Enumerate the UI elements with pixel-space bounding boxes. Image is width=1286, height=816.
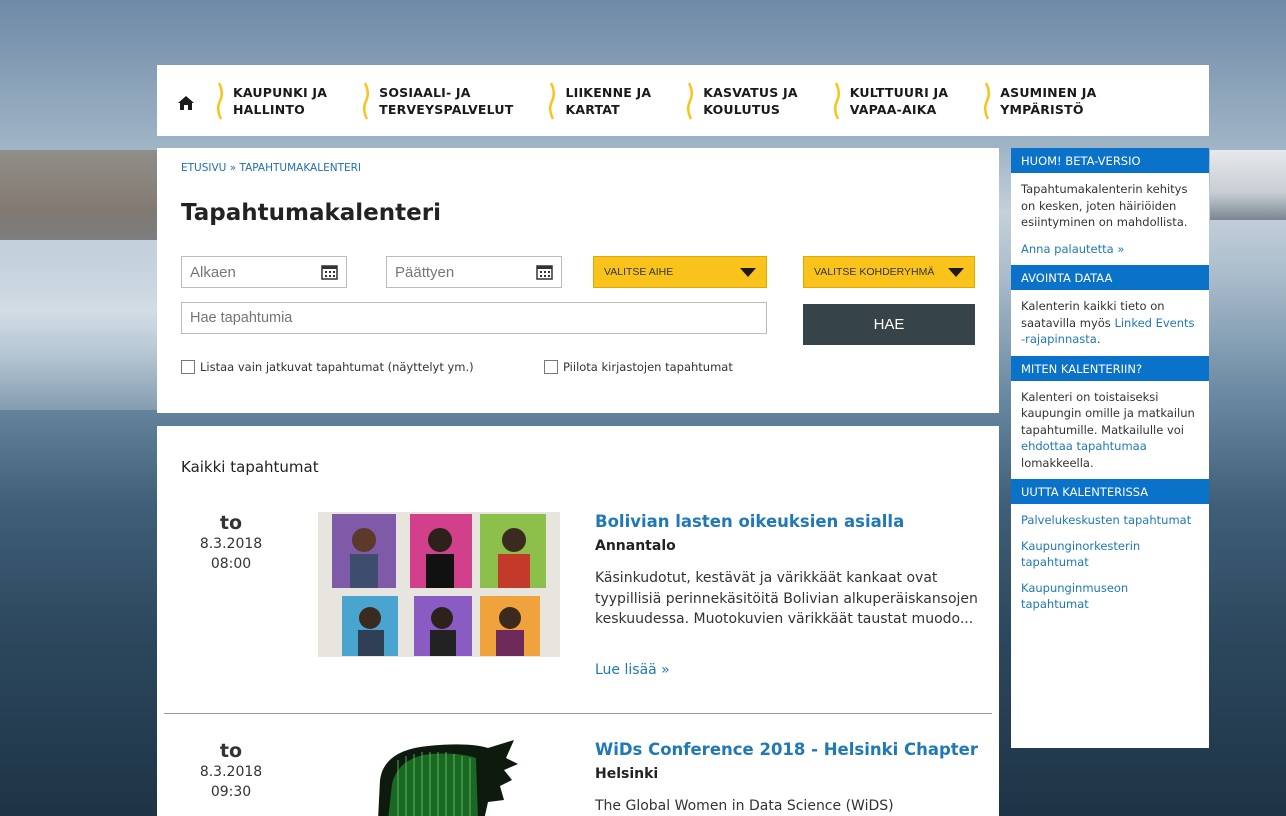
event-image[interactable] [318, 512, 560, 657]
background-ship [1210, 150, 1286, 220]
calendar-icon[interactable] [536, 264, 553, 280]
audience-select-label: VALITSE KOHDERYHMÄ [814, 266, 935, 278]
nav-label: KAUPUNKI JA [233, 84, 328, 100]
breadcrumb-current[interactable]: TAPAHTUMAKALENTERI [239, 162, 361, 174]
nav-label: ASUMINEN JA [1000, 84, 1097, 100]
nav-label: KULTTUURI JA [849, 84, 949, 100]
end-date-field[interactable]: Päättyen [386, 256, 562, 288]
event-place: Helsinki [595, 766, 659, 782]
sidebar-open-data-heading: AVOINTA DATAA [1011, 265, 1209, 290]
breadcrumb-separator: » [226, 162, 240, 174]
sidebar: HUOM! BETA-VERSIO Tapahtumakalenterin ke… [1011, 148, 1209, 748]
event-date: to 8.3.2018 09:30 [157, 740, 305, 802]
audience-select[interactable]: VALITSE KOHDERYHMÄ [803, 256, 975, 288]
background-ice [0, 210, 160, 410]
search-button[interactable]: HAE [803, 304, 975, 345]
sidebar-beta-section: Tapahtumakalenterin kehitys on kesken, j… [1011, 173, 1209, 265]
nav-item-sosiaali[interactable]: SOSIAALI- JA TERVEYSPALVELUT [361, 81, 513, 121]
nav-label: KOULUTUS [703, 101, 781, 117]
feedback-link[interactable]: Anna palautetta » [1021, 241, 1199, 258]
sidebar-link-palvelukeskukset[interactable]: Palvelukeskusten tapahtumat [1021, 512, 1199, 529]
event-place: Annantalo [595, 538, 676, 554]
event-date-text: 8.3.2018 [199, 536, 263, 552]
events-heading: Kaikki tapahtumat [181, 458, 319, 476]
event-time: 09:30 [210, 784, 252, 800]
chevron-down-icon [948, 267, 964, 277]
start-date-field[interactable]: Alkaen [181, 256, 347, 288]
nav-label: SOSIAALI- JA [379, 84, 471, 100]
event-description: The Global Women in Data Science (WiDS) [595, 798, 894, 814]
event-description: Käsinkudotut, kestävät ja värikkäät kank… [595, 570, 978, 627]
nav-label: HALLINTO [233, 101, 305, 117]
event-time: 08:00 [210, 556, 252, 572]
start-date-placeholder: Alkaen [190, 263, 236, 281]
nav-item-liikenne[interactable]: LIIKENNE JA KARTAT [547, 81, 651, 121]
nav-item-kulttuuri[interactable]: KULTTUURI JA VAPAA-AIKA [832, 81, 949, 121]
page-title: Tapahtumakalenteri [181, 200, 441, 226]
nav-label: LIIKENNE JA [565, 84, 652, 100]
nav-item-asuminen[interactable]: ASUMINEN JA YMPÄRISTÖ [982, 81, 1096, 121]
sidebar-how-section: Kalenteri on toistaiseksi kaupungin omil… [1011, 381, 1209, 480]
topic-select-label: VALITSE AIHE [604, 266, 674, 278]
nav-separator-icon [363, 81, 370, 120]
ongoing-checkbox[interactable] [181, 360, 195, 374]
nav-separator-icon [687, 81, 694, 120]
sidebar-open-data-text-end: . [1096, 332, 1101, 346]
breadcrumb-home-link[interactable]: ETUSIVU [181, 162, 226, 174]
end-date-placeholder: Päättyen [395, 263, 455, 281]
calendar-icon[interactable] [321, 264, 338, 280]
event-title-link[interactable]: Bolivian lasten oikeuksien asialla [595, 512, 904, 531]
search-input[interactable] [181, 302, 767, 334]
nav-label: TERVEYSPALVELUT [379, 101, 514, 117]
library-checkbox-label: Piilota kirjastojen tapahtumat [563, 360, 733, 374]
nav-label: KASVATUS JA [703, 84, 798, 100]
ongoing-checkbox-label: Listaa vain jatkuvat tapahtumat (näyttel… [200, 360, 474, 374]
nav-item-kaupunki[interactable]: KAUPUNKI JA HALLINTO [215, 81, 327, 121]
event-title-link[interactable]: WiDs Conference 2018 - Helsinki Chapter [595, 740, 978, 759]
event-divider [164, 713, 992, 714]
sidebar-new-heading: UUTTA KALENTERISSA [1011, 479, 1209, 504]
sidebar-beta-text: Tapahtumakalenterin kehitys on kesken, j… [1021, 182, 1188, 229]
chevron-down-icon [740, 267, 756, 277]
main-navigation: KAUPUNKI JA HALLINTO SOSIAALI- JA TERVEYSP… [157, 65, 1209, 136]
ongoing-filter[interactable]: Listaa vain jatkuvat tapahtumat (näyttel… [181, 360, 474, 374]
nav-label: KARTAT [565, 101, 620, 117]
sidebar-open-data-section: Kalenterin kaikki tieto on saatavilla my… [1011, 290, 1209, 356]
nav-separator-icon [984, 81, 991, 120]
sidebar-how-text-end: lomakkeella. [1021, 455, 1094, 470]
event-date: to 8.3.2018 08:00 [157, 512, 305, 574]
sidebar-how-heading: MITEN KALENTERIIN? [1011, 355, 1209, 381]
sidebar-link-kaupunginorkesteri[interactable]: Kaupunginorkesterin tapahtumat [1021, 538, 1199, 571]
nav-label: VAPAA-AIKA [849, 101, 937, 117]
nav-item-kasvatus[interactable]: KASVATUS JA KOULUTUS [685, 81, 798, 121]
topic-select[interactable]: VALITSE AIHE [593, 256, 767, 288]
event-weekday: to [219, 740, 243, 762]
event-read-more-link[interactable]: Lue lisää » [595, 662, 670, 678]
library-checkbox[interactable] [544, 360, 558, 374]
sidebar-link-kaupunginmuseo[interactable]: Kaupunginmuseon tapahtumat [1021, 580, 1199, 613]
event-image[interactable] [318, 740, 560, 816]
search-panel: ETUSIVU » TAPAHTUMAKALENTERI Tapahtumaka… [157, 148, 999, 413]
sidebar-how-text: Kalenteri on toistaiseksi kaupungin omil… [1021, 389, 1195, 437]
event-weekday: to [219, 512, 243, 534]
nav-separator-icon [217, 81, 223, 120]
library-filter[interactable]: Piilota kirjastojen tapahtumat [544, 360, 733, 374]
breadcrumb: ETUSIVU » TAPAHTUMAKALENTERI [181, 162, 975, 174]
events-panel: Kaikki tapahtumat to 8.3.2018 08:00 Boli… [157, 426, 999, 816]
sidebar-new-section: Palvelukeskusten tapahtumat Kaupunginork… [1011, 504, 1209, 630]
nav-label: YMPÄRISTÖ [1000, 101, 1084, 117]
sidebar-beta-heading: HUOM! BETA-VERSIO [1011, 148, 1209, 173]
suggest-event-link[interactable]: ehdottaa tapahtumaa [1021, 439, 1147, 453]
nav-separator-icon [833, 81, 840, 120]
home-icon[interactable] [177, 94, 195, 112]
nav-separator-icon [549, 81, 556, 120]
event-date-text: 8.3.2018 [199, 764, 263, 780]
